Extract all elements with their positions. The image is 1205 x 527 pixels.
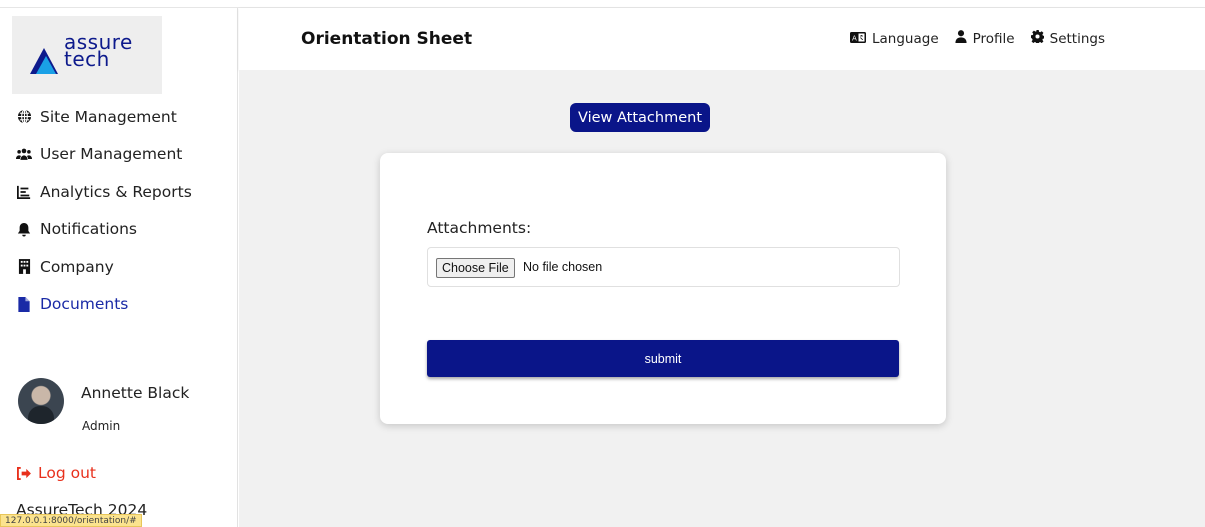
sidebar-item-label: User Management (40, 145, 183, 164)
language-icon: A (850, 31, 867, 47)
language-label: Language (872, 30, 939, 47)
logout-link[interactable]: Log out (16, 464, 96, 482)
window-top-strip (0, 0, 1205, 8)
status-bar-url: 127.0.0.1:8000/orientation/# (0, 514, 142, 527)
logout-label: Log out (38, 464, 96, 482)
sidebar-item-site-management[interactable]: Site Management (16, 98, 226, 136)
sidebar-item-label: Notifications (40, 220, 138, 239)
attachment-form-card: Attachments: Choose File No file chosen … (380, 153, 946, 424)
sidebar-item-notifications[interactable]: Notifications (16, 211, 226, 249)
profile-label: Profile (972, 30, 1015, 47)
user-role: Admin (82, 419, 121, 433)
sidebar-item-label: Site Management (40, 107, 177, 126)
top-header: Orientation Sheet A Language Profile Set… (239, 8, 1205, 70)
submit-button[interactable]: submit (427, 340, 899, 377)
file-status-text: No file chosen (523, 260, 603, 274)
choose-file-button[interactable]: Choose File (436, 258, 515, 278)
profile-button[interactable]: Profile (955, 30, 1015, 47)
svg-text:A: A (852, 34, 857, 42)
sidebar: assure tech Site Management User Managem… (0, 8, 238, 527)
user-card[interactable]: Annette Black Admin (18, 378, 228, 448)
sidebar-item-user-management[interactable]: User Management (16, 136, 226, 174)
page-title: Orientation Sheet (301, 29, 473, 49)
user-icon (955, 30, 967, 47)
user-name: Annette Black (81, 384, 190, 402)
sidebar-item-label: Analytics & Reports (40, 182, 192, 201)
sidebar-item-analytics-reports[interactable]: Analytics & Reports (16, 173, 226, 211)
sign-out-icon (16, 466, 32, 480)
gear-icon (1030, 30, 1045, 47)
building-icon (16, 259, 32, 275)
users-icon (16, 146, 32, 162)
globe-icon (16, 109, 32, 125)
sidebar-nav: Site Management User Management Analytic… (16, 98, 226, 323)
sidebar-item-documents[interactable]: Documents (16, 286, 226, 324)
header-actions: A Language Profile Settings (850, 30, 1105, 47)
document-icon (16, 296, 32, 312)
logo-mark-icon (30, 48, 58, 74)
sidebar-item-label: Documents (40, 295, 129, 314)
settings-button[interactable]: Settings (1030, 30, 1105, 47)
file-input[interactable]: Choose File No file chosen (427, 247, 900, 287)
attachments-label: Attachments: (427, 219, 532, 237)
main-content: View Attachment Attachments: Choose File… (239, 70, 1205, 527)
sidebar-item-label: Company (40, 257, 114, 276)
logo[interactable]: assure tech (12, 16, 162, 94)
chart-icon (16, 184, 32, 200)
avatar (18, 378, 64, 424)
settings-label: Settings (1049, 30, 1105, 47)
bell-icon (16, 221, 32, 237)
language-button[interactable]: A Language (850, 31, 939, 47)
sidebar-item-company[interactable]: Company (16, 248, 226, 286)
view-attachment-button[interactable]: View Attachment (570, 103, 710, 132)
